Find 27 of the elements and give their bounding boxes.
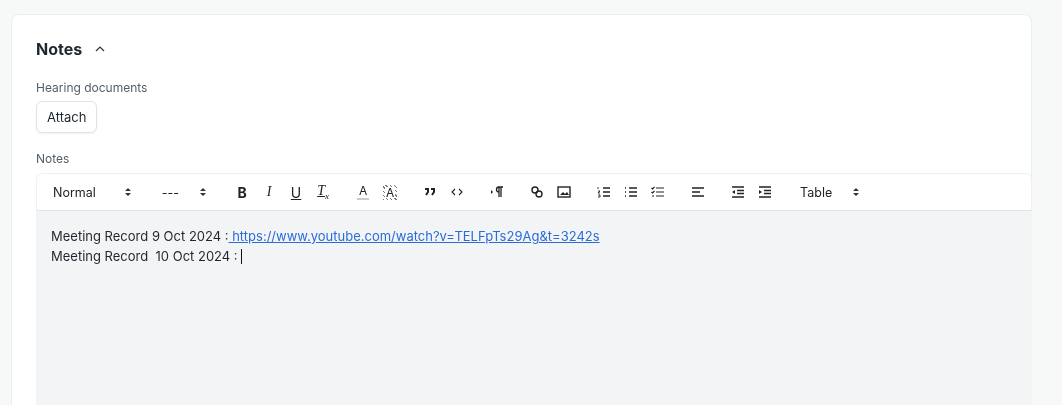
field-label: Notes [36,151,71,166]
bullet-list-icon [623,184,640,200]
checklist-icon [650,184,667,200]
format-dropdown[interactable]: Table [794,181,867,203]
color-button[interactable]: A [352,181,375,203]
outdent-icon [730,184,747,200]
text-line: Meeting Record 9 Oct 2024 : https://www.youtube.com/watch?v=TELFpTs29Ag&t=3242s [51,227,601,246]
clear-button[interactable]: T$_{x}$ [312,181,335,203]
italic-button[interactable]: I [258,181,281,203]
indent-icon [757,184,774,200]
sort-arrows-icon [199,187,208,197]
attach-button[interactable]: Attach [36,101,98,133]
field-label: Hearing documents [36,80,149,95]
sort-arrows-icon [123,187,132,197]
numbered-list-icon [596,184,613,200]
text-editor[interactable]: Meeting Record 9 Oct 2024 : https://www.youtube.com/watch?v=TELFpTs29Ag&t=3242s Meeting Record 10 Oct 2024 : [36,211,1032,405]
image-icon [556,184,573,200]
bold-button[interactable]: B [231,181,254,203]
format-dropdown[interactable]: --- [155,181,214,203]
format-dropdown[interactable]: Normal [47,181,138,203]
underline-button[interactable]: U [285,181,308,203]
sort-arrows-icon [852,187,861,197]
text-line: Meeting Record 10 Oct 2024 : [51,246,1017,266]
section-title: Notes [36,39,83,59]
paragraph-icon [489,184,506,200]
link[interactable]: https://www.youtube.com/watch?v=TELFpTs29Ag&t=3242s [228,228,600,244]
align-left-icon [690,184,707,200]
